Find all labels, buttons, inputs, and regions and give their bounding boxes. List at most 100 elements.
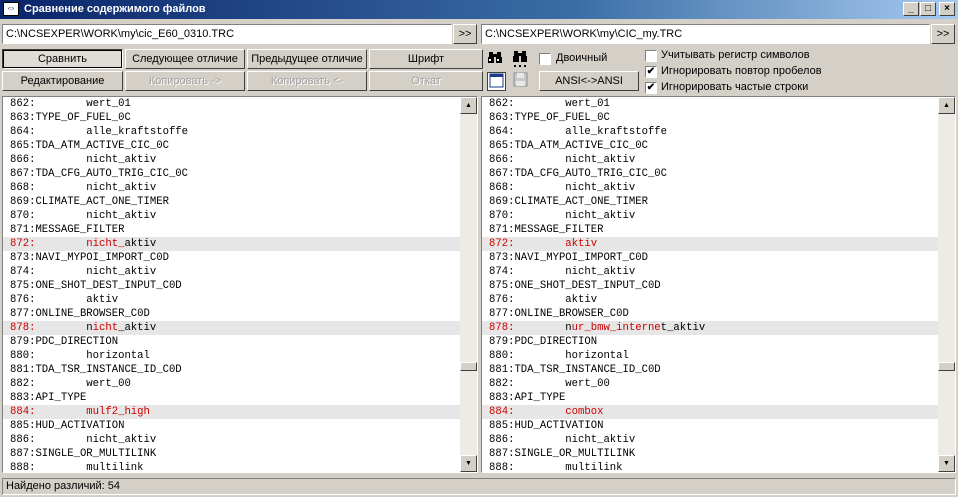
ansi-button[interactable]: ANSI<->ANSI [539, 71, 639, 91]
line-text-rest: _aktiv [118, 322, 157, 334]
line-text: MESSAGE_FILTER [35, 224, 125, 236]
scroll-down-icon[interactable]: ▼ [938, 455, 955, 472]
right-code-lines: 862: wert_01 863:TYPE_OF_FUEL_0C 864: alle… [482, 97, 938, 473]
left-file-path[interactable]: C:\NCSEXPER\WORK\my\cic_E60_0310.TRC [2, 24, 452, 44]
changed-text: nicht_ [86, 238, 125, 250]
line-number: 873: [10, 252, 36, 264]
window-icon[interactable] [487, 72, 506, 91]
line-text: nicht_aktiv [35, 182, 157, 194]
scroll-thumb[interactable] [460, 362, 477, 371]
binoculars-next-icon[interactable] [511, 49, 530, 68]
line-text: multilink [35, 462, 144, 473]
window-title: Сравнение содержимого файлов [24, 3, 206, 15]
copy-left-button[interactable]: Копировать <- [247, 71, 367, 91]
left-text-pane[interactable]: 862: wert_01 863:TYPE_OF_FUEL_0C 864: alle… [2, 96, 478, 473]
line-text: TDA_TSR_INSTANCE_ID_C0D [514, 364, 661, 376]
line-text: horizontal [514, 350, 629, 362]
line-number: 884: [10, 406, 36, 418]
code-line: 886: nicht_aktiv [3, 433, 460, 447]
line-number: 887: [10, 448, 36, 460]
line-number: 880: [10, 350, 36, 362]
code-line: 867:TDA_CFG_AUTO_TRIG_CIC_0C [482, 167, 938, 181]
code-line: 888: multilink [482, 461, 938, 473]
diff-line: 884: combox [482, 405, 938, 419]
line-number: 887: [489, 448, 515, 460]
line-text: wert_01 [514, 98, 610, 110]
close-button[interactable]: × [939, 2, 955, 16]
line-text: ONLINE_BROWSER_C0D [35, 308, 150, 320]
line-text [514, 406, 565, 418]
line-text: nicht_aktiv [35, 210, 157, 222]
line-text: SINGLE_OR_MULTILINK [514, 448, 636, 460]
edit-button[interactable]: Редактирование [2, 71, 123, 91]
line-text: CLIMATE_ACT_ONE_TIMER [514, 196, 648, 208]
line-text: nicht_aktiv [514, 154, 636, 166]
line-text: ONE_SHOT_DEST_INPUT_C0D [514, 280, 661, 292]
diff-line: 878: nur_bmw_internet_aktiv [482, 321, 938, 335]
copy-right-button[interactable]: Копировать -> [125, 71, 245, 91]
minimize-button[interactable]: _ [903, 2, 919, 16]
line-text: CLIMATE_ACT_ONE_TIMER [35, 196, 169, 208]
code-line: 863:TYPE_OF_FUEL_0C [482, 111, 938, 125]
maximize-button[interactable]: □ [920, 2, 936, 16]
case-sensitive-checkbox[interactable] [645, 50, 657, 62]
scroll-up-icon[interactable]: ▲ [460, 97, 477, 114]
next-diff-button[interactable]: Следующее отличие [125, 49, 245, 69]
binary-label: Двоичный [556, 52, 608, 64]
line-text-rest: t_aktiv [660, 322, 706, 334]
line-number: 888: [10, 462, 36, 473]
line-number: 888: [489, 462, 515, 473]
line-number: 867: [489, 168, 515, 180]
left-browse-button[interactable]: >> [453, 24, 477, 44]
code-line: 866: nicht_aktiv [482, 153, 938, 167]
line-text: wert_00 [35, 378, 131, 390]
line-number: 869: [10, 196, 36, 208]
line-text: alle_kraftstoffe [514, 126, 668, 138]
binoculars-icon[interactable] [486, 49, 505, 68]
ignore-frequent-checkbox[interactable]: ✔ [645, 82, 657, 94]
line-number: 881: [489, 364, 515, 376]
line-number: 885: [489, 420, 515, 432]
line-text: multilink [514, 462, 623, 473]
line-number: 879: [10, 336, 36, 348]
status-bar: Найдено различий: 54 [0, 477, 958, 497]
line-text: nicht_aktiv [35, 434, 157, 446]
right-scrollbar[interactable]: ▲ ▼ [938, 97, 955, 472]
code-line: 876: aktiv [482, 293, 938, 307]
code-line: 870: nicht_aktiv [3, 209, 460, 223]
right-file-path[interactable]: C:\NCSEXPER\WORK\my\CIC_my.TRC [481, 24, 930, 44]
rollback-button[interactable]: Откат [369, 71, 483, 91]
ignore-spaces-label: Игнорировать повтор пробелов [661, 65, 822, 77]
code-line: 886: nicht_aktiv [482, 433, 938, 447]
line-number: 870: [489, 210, 515, 222]
ignore-frequent-label: Игнорировать частые строки [661, 81, 809, 93]
left-scrollbar[interactable]: ▲ ▼ [460, 97, 477, 472]
line-number: 885: [10, 420, 36, 432]
code-line: 875:ONE_SHOT_DEST_INPUT_C0D [482, 279, 938, 293]
line-text: nicht_aktiv [514, 210, 636, 222]
line-text: ONE_SHOT_DEST_INPUT_C0D [35, 280, 182, 292]
diff-line: 878: nicht_aktiv [3, 321, 460, 335]
scroll-thumb[interactable] [938, 362, 955, 371]
floppy-disk-icon[interactable] [511, 72, 530, 91]
compare-button[interactable]: Сравнить [2, 49, 123, 69]
scroll-down-icon[interactable]: ▼ [460, 455, 477, 472]
code-line: 873:NAVI_MYPOI_IMPORT_C0D [482, 251, 938, 265]
font-button[interactable]: Шрифт [369, 49, 483, 69]
line-number: 884: [489, 406, 515, 418]
line-text: nicht_aktiv [514, 434, 636, 446]
right-text-pane[interactable]: 862: wert_01 863:TYPE_OF_FUEL_0C 864: alle… [481, 96, 956, 473]
code-line: 879:PDC_DIRECTION [3, 335, 460, 349]
code-line: 868: nicht_aktiv [3, 181, 460, 195]
line-number: 874: [489, 266, 515, 278]
line-number: 862: [10, 98, 36, 110]
prev-diff-button[interactable]: Предыдущее отличие [247, 49, 367, 69]
scroll-up-icon[interactable]: ▲ [938, 97, 955, 114]
line-text: nicht_aktiv [35, 266, 157, 278]
line-number: 877: [10, 308, 36, 320]
line-text: NAVI_MYPOI_IMPORT_C0D [514, 252, 648, 264]
line-text: alle_kraftstoffe [35, 126, 189, 138]
ignore-spaces-checkbox[interactable]: ✔ [645, 66, 657, 78]
right-browse-button[interactable]: >> [931, 24, 955, 44]
binary-checkbox[interactable] [539, 53, 551, 65]
